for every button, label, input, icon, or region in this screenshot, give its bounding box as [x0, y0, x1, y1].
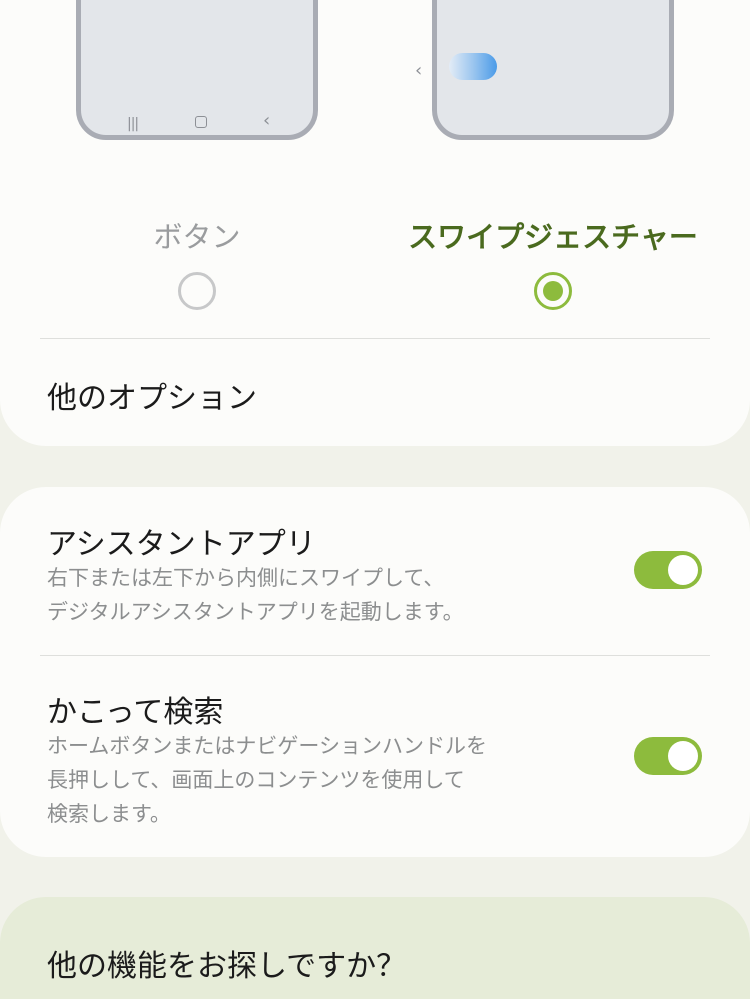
buttons-radio[interactable]	[178, 272, 216, 310]
circle-to-search-description-line3: 検索します。	[47, 802, 171, 826]
looking-for-features-title: 他の機能をお探しですか？	[47, 949, 407, 984]
back-chevron-icon: ‹	[415, 60, 423, 81]
more-options-item[interactable]: 他のオプション	[47, 373, 257, 417]
circle-to-search-title[interactable]: かこって検索	[47, 687, 223, 731]
circle-to-search-description-line2: 長押しして、画面上のコンテンツを使用して	[47, 768, 465, 792]
swipe-gestures-preview-phone[interactable]: ‹	[415, 0, 674, 140]
navigation-settings-screen: ||| ‹ ‹ ボタン スワイプジェスチャー 他のオプション アシスタントアプリ…	[0, 0, 750, 999]
assistant-app-description-line2: デジタルアシスタントアプリを起動します。	[47, 600, 464, 624]
divider	[40, 655, 710, 656]
divider	[40, 338, 710, 339]
circle-to-search-toggle[interactable]	[634, 737, 702, 775]
gesture-handle-icon	[449, 53, 497, 80]
assistant-app-description-line1: 右下または左下から内側にスワイプして、	[47, 566, 445, 590]
buttons-option-label[interactable]: ボタン	[47, 214, 347, 256]
navigation-type-card: ||| ‹ ‹ ボタン スワイプジェスチャー 他のオプション	[0, 0, 750, 446]
gesture-settings-card: アシスタントアプリ 右下または左下から内側にスワイプして、 デジタルアシスタント…	[0, 487, 750, 857]
circle-to-search-description-line1: ホームボタンまたはナビゲーションハンドルを	[47, 734, 487, 758]
swipe-gestures-option-label[interactable]: スワイプジェスチャー	[403, 214, 703, 256]
home-icon	[195, 116, 207, 128]
buttons-preview-phone[interactable]: ||| ‹	[76, 0, 318, 140]
recents-icon: |||	[127, 116, 139, 132]
back-icon: ‹	[263, 110, 271, 131]
looking-for-features-card: 他の機能をお探しですか？	[0, 897, 750, 999]
swipe-gestures-radio[interactable]	[534, 272, 572, 310]
assistant-app-toggle[interactable]	[634, 551, 702, 589]
assistant-app-title[interactable]: アシスタントアプリ	[47, 519, 316, 563]
